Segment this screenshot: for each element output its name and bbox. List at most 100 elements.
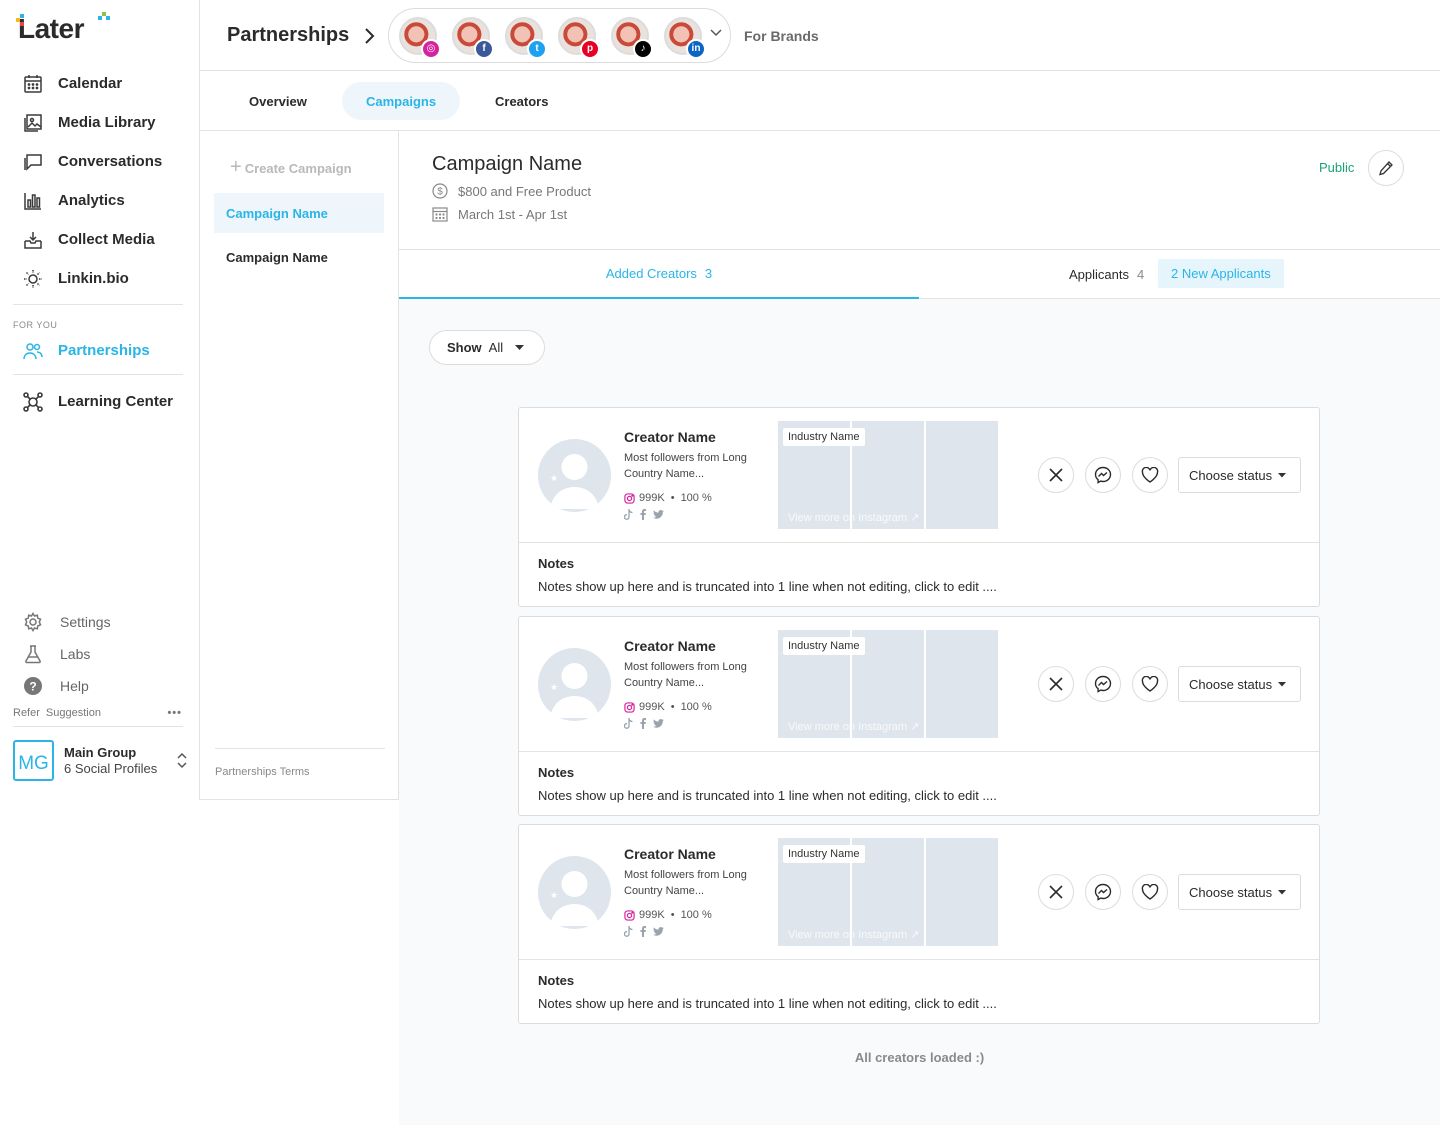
profile-avatar-instagram[interactable]: ◎: [399, 16, 441, 59]
tab-applicants[interactable]: Applicants 4: [1069, 267, 1144, 282]
tab-added-creators[interactable]: Added Creators 3: [399, 250, 919, 300]
sidebar-item-label: Settings: [60, 614, 111, 630]
creator-avatar[interactable]: ★: [538, 856, 611, 929]
creator-media-thumbnails[interactable]: Industry Name View more on Instagram ↗: [778, 421, 1000, 529]
sidebar-item-media-library[interactable]: Media Library: [0, 103, 199, 142]
profile-avatar-linkedin[interactable]: in: [664, 16, 706, 59]
twitter-icon[interactable]: [653, 927, 664, 936]
view-more-link[interactable]: View more on Instagram ↗: [788, 720, 919, 733]
choose-status-dropdown[interactable]: Choose status: [1178, 874, 1301, 910]
sidebar-divider: [13, 304, 183, 305]
sidebar-item-collect-media[interactable]: Collect Media: [0, 220, 199, 259]
remove-creator-button[interactable]: [1038, 874, 1074, 910]
facebook-icon[interactable]: [640, 718, 646, 729]
create-campaign-button[interactable]: + Create Campaign: [230, 156, 352, 179]
sidebar-item-partnerships[interactable]: Partnerships: [0, 331, 150, 370]
creator-stats: 999K • 100 %: [624, 909, 712, 921]
suggestion-link[interactable]: Suggestion: [46, 707, 101, 719]
sidebar-item-analytics[interactable]: Analytics: [0, 181, 199, 220]
media-thumbnail[interactable]: [926, 630, 998, 738]
more-options-icon[interactable]: •••: [167, 707, 182, 719]
creator-followers: 999K: [639, 492, 665, 504]
chevron-down-icon: [710, 29, 722, 37]
twitter-icon[interactable]: [653, 719, 664, 728]
stats-separator: •: [670, 701, 675, 713]
create-campaign-label: Create Campaign: [244, 161, 352, 176]
sidebar-item-settings[interactable]: Settings: [0, 606, 199, 638]
sidebar-item-calendar[interactable]: Calendar: [0, 64, 199, 103]
group-text: Main Group 6 Social Profiles: [64, 745, 157, 776]
show-filter-dropdown[interactable]: Show All: [429, 330, 545, 365]
show-filter-value: All: [488, 340, 504, 355]
chevron-right-icon[interactable]: [362, 26, 376, 46]
sidebar-item-label: Partnerships: [58, 342, 150, 359]
view-more-link[interactable]: View more on Instagram ↗: [788, 928, 919, 941]
twitter-icon[interactable]: [653, 510, 664, 519]
profile-avatar-twitter[interactable]: t: [505, 16, 547, 59]
tab-creators[interactable]: Creators: [471, 82, 572, 120]
creator-name[interactable]: Creator Name: [624, 846, 716, 862]
sidebar-item-learning-center[interactable]: Learning Center: [0, 382, 173, 421]
message-creator-button[interactable]: [1085, 666, 1121, 702]
tab-campaigns[interactable]: Campaigns: [342, 82, 461, 120]
edit-campaign-button[interactable]: [1368, 150, 1404, 186]
image-icon: [22, 112, 44, 134]
stats-separator: •: [670, 492, 675, 504]
profile-avatar-facebook[interactable]: f: [452, 16, 494, 59]
new-applicants-badge[interactable]: 2 New Applicants: [1158, 259, 1284, 288]
creator-name[interactable]: Creator Name: [624, 429, 716, 445]
media-thumbnail[interactable]: [926, 838, 998, 946]
top-bar: Partnerships ◎ f t p ♪ in For Brands: [199, 0, 1440, 71]
linkedin-icon: in: [686, 38, 706, 59]
later-logo[interactable]: Later: [16, 12, 110, 46]
tab-overview[interactable]: Overview: [225, 82, 331, 120]
tiktok-icon[interactable]: [624, 926, 633, 937]
creator-media-thumbnails[interactable]: Industry Name View more on Instagram ↗: [778, 630, 1000, 738]
sidebar-item-linkin-bio[interactable]: Linkin.bio: [0, 259, 199, 298]
social-profiles-selector[interactable]: ◎ f t p ♪ in: [388, 8, 731, 63]
message-creator-button[interactable]: [1085, 874, 1121, 910]
tiktok-icon[interactable]: [624, 509, 633, 520]
message-creator-button[interactable]: [1085, 457, 1121, 493]
facebook-icon[interactable]: [640, 926, 646, 937]
media-thumbnail[interactable]: [926, 421, 998, 529]
remove-creator-button[interactable]: [1038, 457, 1074, 493]
chevron-up-down-icon: [176, 750, 188, 770]
favorite-creator-button[interactable]: [1132, 457, 1168, 493]
profile-avatar-tiktok[interactable]: ♪: [611, 16, 653, 59]
profile-avatar-pinterest[interactable]: p: [558, 16, 600, 59]
creator-media-thumbnails[interactable]: Industry Name View more on Instagram ↗: [778, 838, 1000, 946]
sidebar-item-labs[interactable]: Labs: [0, 638, 199, 670]
group-switcher[interactable]: MG Main Group 6 Social Profiles: [13, 738, 188, 782]
for-brands-label[interactable]: For Brands: [744, 28, 819, 44]
sidebar-item-conversations[interactable]: Conversations: [0, 142, 199, 181]
tiktok-icon[interactable]: [624, 718, 633, 729]
campaign-list-item[interactable]: Campaign Name: [214, 193, 384, 233]
calendar-icon: [22, 73, 44, 95]
refer-link[interactable]: Refer: [13, 707, 40, 719]
notes-field[interactable]: Notes show up here and is truncated into…: [538, 996, 997, 1011]
status-label: Choose status: [1189, 884, 1273, 900]
view-more-link[interactable]: View more on Instagram ↗: [788, 511, 919, 524]
favorite-creator-button[interactable]: [1132, 666, 1168, 702]
notes-field[interactable]: Notes show up here and is truncated into…: [538, 579, 997, 594]
instagram-icon: [624, 909, 635, 921]
remove-creator-button[interactable]: [1038, 666, 1074, 702]
media-thumbnail[interactable]: Industry Name View more on Instagram ↗: [778, 838, 919, 946]
creator-name[interactable]: Creator Name: [624, 638, 716, 654]
choose-status-dropdown[interactable]: Choose status: [1178, 457, 1301, 493]
notes-field[interactable]: Notes show up here and is truncated into…: [538, 788, 997, 803]
heart-icon: [1141, 676, 1159, 692]
media-thumbnail[interactable]: Industry Name View more on Instagram ↗: [778, 630, 919, 738]
favorite-creator-button[interactable]: [1132, 874, 1168, 910]
creator-avatar[interactable]: ★: [538, 439, 611, 512]
facebook-icon[interactable]: [640, 509, 646, 520]
campaign-list-item[interactable]: Campaign Name: [214, 237, 384, 277]
creators-content: Show All ★ Creator Name Most followers f…: [399, 299, 1440, 1125]
sidebar-item-help[interactable]: ? Help: [0, 670, 199, 702]
logo-pixels-right-icon: [98, 12, 110, 20]
creator-avatar[interactable]: ★: [538, 648, 611, 721]
media-thumbnail[interactable]: Industry Name View more on Instagram ↗: [778, 421, 919, 529]
choose-status-dropdown[interactable]: Choose status: [1178, 666, 1301, 702]
partnerships-terms-link[interactable]: Partnerships Terms: [215, 766, 310, 778]
